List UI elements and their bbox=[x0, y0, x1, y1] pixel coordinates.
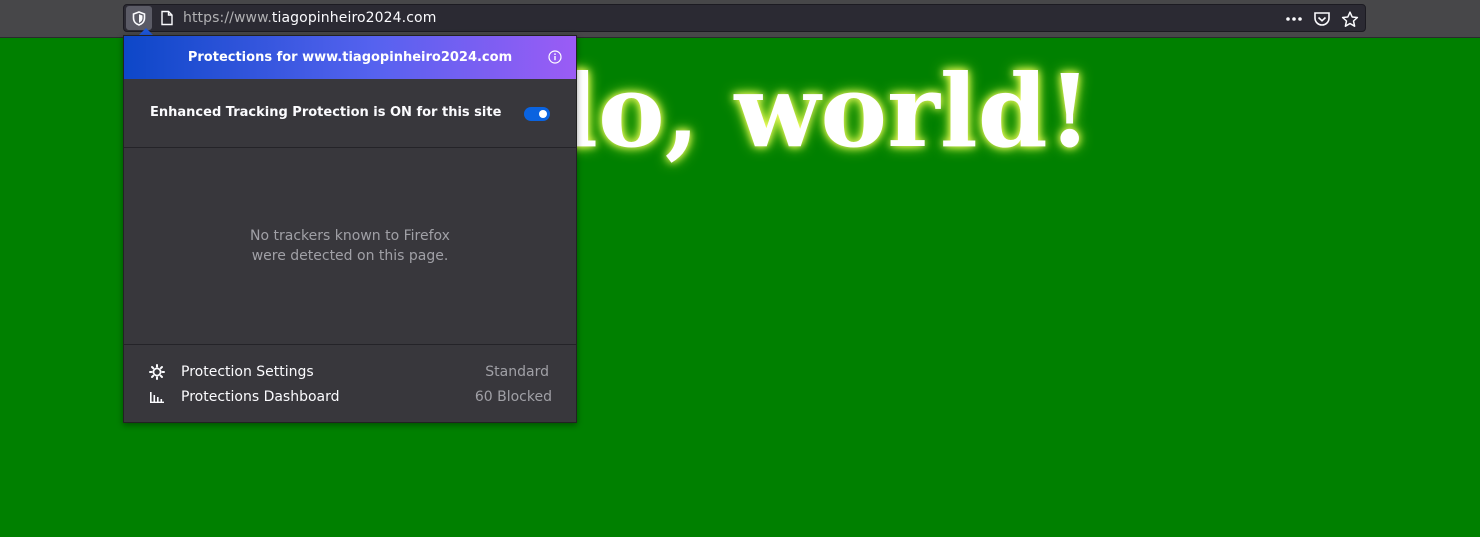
etp-row: Enhanced Tracking Protection is ON for t… bbox=[124, 79, 576, 148]
bar-chart-icon bbox=[150, 392, 164, 403]
protection-settings-item[interactable]: Protection Settings Standard bbox=[148, 362, 552, 382]
url-actions bbox=[1285, 8, 1359, 30]
protection-settings-value: Standard bbox=[485, 364, 549, 380]
pocket-icon[interactable] bbox=[1313, 11, 1331, 27]
protections-dashboard-item[interactable]: Protections Dashboard 60 Blocked bbox=[148, 387, 552, 407]
protections-panel: Protections for www.tiagopinheiro2024.co… bbox=[123, 35, 577, 423]
no-trackers-line1: No trackers known to Firefox bbox=[250, 228, 450, 244]
toggle-knob bbox=[539, 110, 547, 118]
protections-dashboard-label: Protections Dashboard bbox=[181, 389, 340, 405]
no-trackers-message: No trackers known to Firefox were detect… bbox=[124, 226, 576, 266]
panel-title: Protections for www.tiagopinheiro2024.co… bbox=[187, 50, 513, 65]
url-text[interactable]: https://www.tiagopinheiro2024.com bbox=[183, 9, 436, 27]
url-bar[interactable]: https://www.tiagopinheiro2024.com bbox=[123, 4, 1366, 32]
etp-label: Enhanced Tracking Protection is ON for t… bbox=[150, 105, 502, 120]
panel-footer: Protection Settings Standard Protections… bbox=[124, 344, 576, 422]
url-domain: tiagopinheiro2024.com bbox=[271, 10, 437, 26]
panel-header: Protections for www.tiagopinheiro2024.co… bbox=[124, 36, 576, 79]
more-icon[interactable] bbox=[1285, 11, 1303, 27]
url-prefix: https://www. bbox=[183, 10, 272, 26]
bookmark-star-icon[interactable] bbox=[1341, 10, 1359, 28]
protection-settings-label: Protection Settings bbox=[181, 364, 314, 380]
shield-icon bbox=[132, 10, 146, 26]
tracking-protection-button[interactable] bbox=[126, 6, 152, 30]
etp-toggle[interactable] bbox=[524, 107, 550, 121]
info-icon[interactable] bbox=[548, 50, 562, 64]
page-heading: lo, world! bbox=[560, 52, 1092, 170]
blocked-count: 60 Blocked bbox=[474, 389, 552, 405]
gear-icon bbox=[149, 364, 165, 380]
browser-toolbar: https://www.tiagopinheiro2024.com bbox=[0, 0, 1480, 38]
no-trackers-line2: were detected on this page. bbox=[251, 248, 449, 264]
page-icon bbox=[161, 10, 173, 26]
